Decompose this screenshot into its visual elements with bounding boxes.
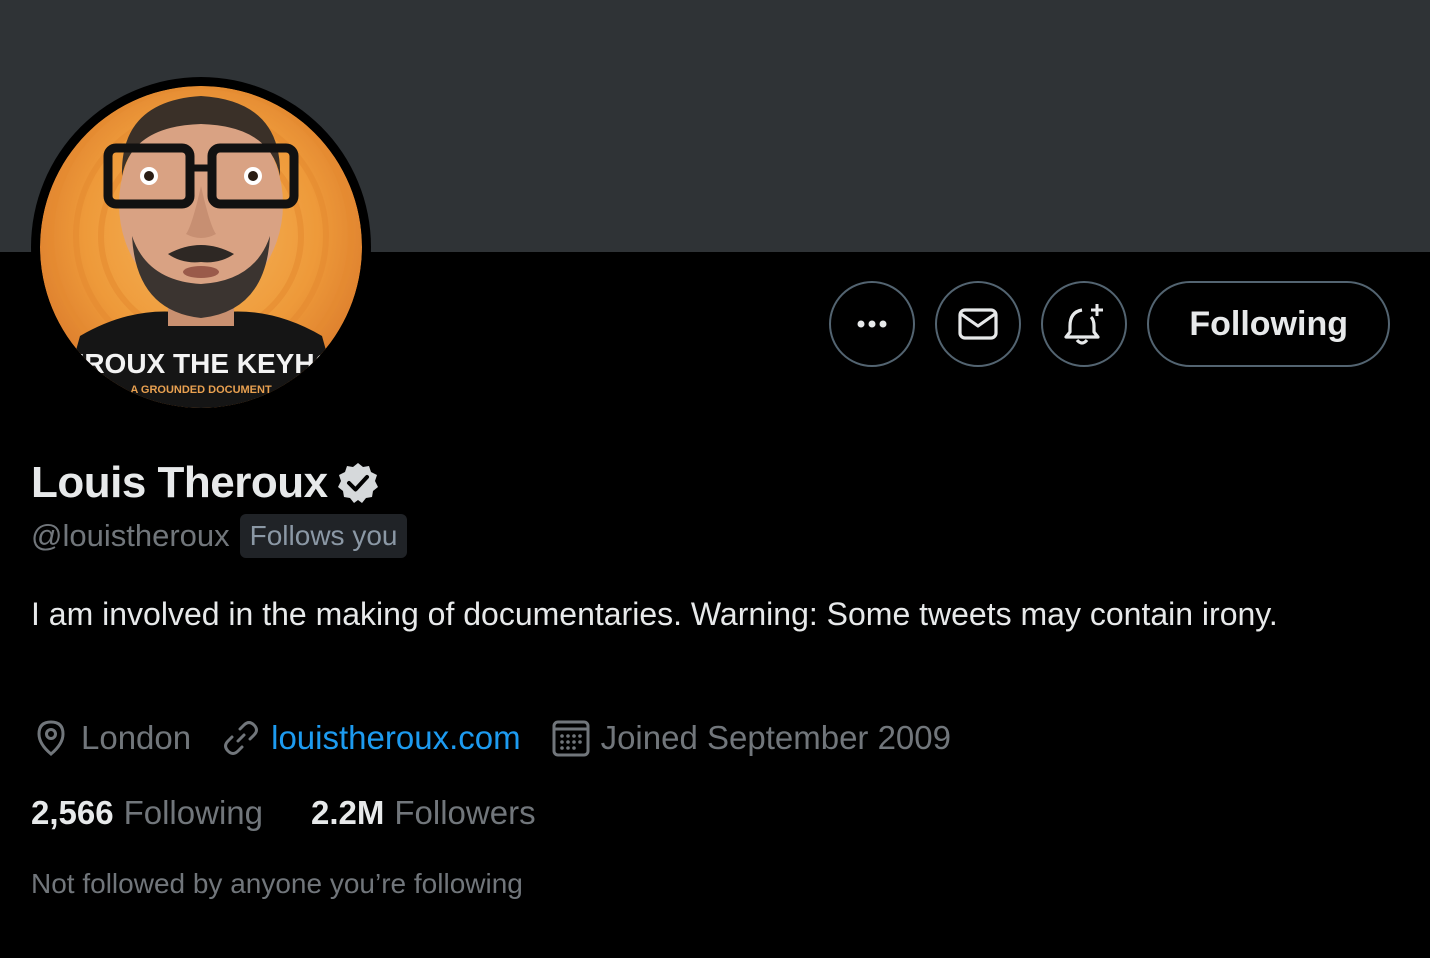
profile-meta: London louistheroux.com Joined September: [31, 712, 981, 764]
message-button[interactable]: [935, 281, 1022, 367]
more-icon: [857, 320, 887, 328]
website-link[interactable]: louistheroux.com: [271, 719, 520, 757]
calendar-icon: [552, 720, 590, 757]
link-icon: [224, 721, 259, 755]
mutual-followers-note: Not followed by anyone you’re following: [31, 868, 523, 899]
following-count: 2,566: [31, 794, 114, 831]
followers-stat-link[interactable]: 2.2M Followers: [311, 794, 536, 832]
svg-text:EROUX THE KEYHO: EROUX THE KEYHO: [66, 348, 337, 379]
profile-name-row: Louis Theroux: [31, 458, 380, 508]
location-text: London: [81, 719, 192, 756]
envelope-icon: [958, 308, 998, 340]
verified-badge-icon[interactable]: [336, 461, 380, 505]
display-name: Louis Theroux: [31, 458, 328, 507]
website-item: louistheroux.com: [221, 718, 521, 758]
bell-plus-icon: [1064, 304, 1104, 345]
follow-stats: 2,566 Following 2.2M Followers: [31, 794, 584, 832]
profile-bio: I am involved in the making of documenta…: [31, 596, 1278, 632]
profile-page: EROUX THE KEYHO A GROUNDED DOCUMENT Foll…: [0, 0, 1430, 958]
notifications-button[interactable]: [1041, 281, 1128, 367]
joined-date: Joined September 2009: [600, 719, 951, 756]
location-pin-icon: [37, 720, 65, 756]
profile-actions: Following: [829, 281, 1390, 367]
more-button[interactable]: [829, 281, 916, 367]
svg-text:A GROUNDED DOCUMENT: A GROUNDED DOCUMENT: [130, 384, 272, 396]
followers-count: 2.2M: [311, 794, 385, 831]
following-stat-link[interactable]: 2,566 Following: [31, 794, 263, 832]
profile-avatar[interactable]: EROUX THE KEYHO A GROUNDED DOCUMENT: [31, 77, 371, 417]
location-item: London: [31, 718, 191, 758]
handle-row: @louistheroux Follows you: [31, 514, 408, 558]
following-button[interactable]: Following: [1147, 281, 1390, 367]
username-handle: @louistheroux: [31, 518, 230, 553]
follows-you-badge: Follows you: [239, 514, 408, 558]
avatar-image: EROUX THE KEYHO A GROUNDED DOCUMENT: [40, 86, 362, 408]
followers-label: Followers: [394, 794, 536, 831]
joined-item: Joined September 2009: [551, 718, 951, 758]
following-label: Following: [123, 794, 263, 831]
